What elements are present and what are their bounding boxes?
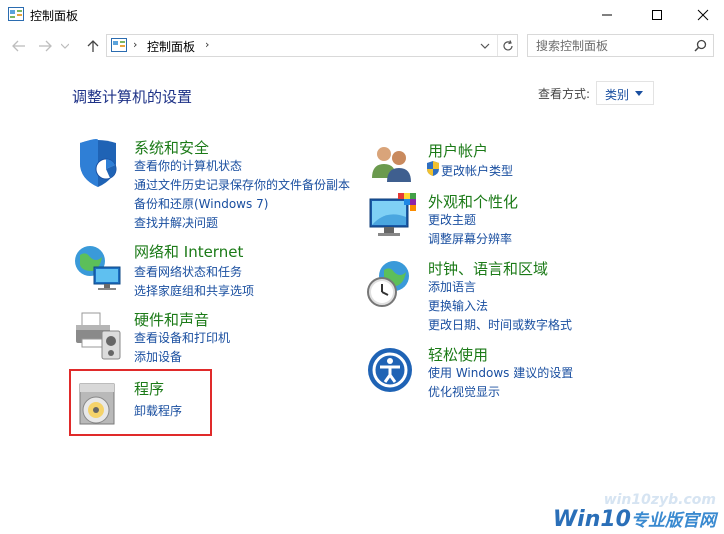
category-title[interactable]: 轻松使用	[428, 344, 488, 365]
address-dropdown-button[interactable]	[477, 38, 493, 54]
control-panel-icon	[8, 7, 24, 21]
title-bar: 控制面板	[0, 0, 724, 30]
link-date-time-format[interactable]: 更改日期、时间或数字格式	[428, 316, 572, 333]
category-title[interactable]: 系统和安全	[134, 137, 209, 158]
highlight-box	[69, 369, 212, 436]
link-recommended-settings[interactable]: 使用 Windows 建议的设置	[428, 364, 573, 381]
search-input[interactable]	[528, 35, 688, 56]
caret-down-icon	[635, 91, 643, 96]
uac-shield-icon	[427, 161, 439, 176]
category-ease-of-access: 轻松使用 使用 Windows 建议的设置 优化视觉显示	[366, 344, 666, 400]
watermark: win10zyb.com Win10专业版官网	[553, 492, 716, 532]
link-change-theme[interactable]: 更改主题	[428, 211, 476, 228]
watermark-brand-sub: 专业版官网	[631, 511, 716, 531]
close-button[interactable]	[680, 0, 724, 30]
forward-button[interactable]	[34, 36, 56, 56]
close-icon	[697, 9, 709, 21]
breadcrumb-separator-icon[interactable]: ›	[133, 38, 137, 51]
maximize-button[interactable]	[634, 0, 680, 30]
link-homegroup-sharing[interactable]: 选择家庭组和共享选项	[134, 282, 254, 299]
category-appearance: 外观和个性化 更改主题 调整屏幕分辨率	[366, 191, 666, 247]
shield-icon	[80, 139, 117, 187]
link-change-input-method[interactable]: 更换输入法	[428, 297, 488, 314]
view-by-label: 查看方式:	[538, 87, 591, 101]
category-user-accounts: 用户帐户 更改帐户类型	[366, 140, 666, 185]
minimize-button[interactable]	[584, 0, 630, 30]
link-add-language[interactable]: 添加语言	[428, 278, 476, 295]
printer-icon	[76, 312, 121, 360]
chevron-down-icon	[61, 43, 69, 49]
view-by-value: 类别	[605, 88, 630, 102]
breadcrumb-control-panel[interactable]: 控制面板	[147, 38, 195, 55]
link-screen-resolution[interactable]: 调整屏幕分辨率	[428, 230, 512, 247]
users-icon	[372, 147, 411, 182]
network-globe-icon	[75, 246, 121, 290]
link-optimize-visual-display[interactable]: 优化视觉显示	[428, 383, 500, 400]
page-title: 调整计算机的设置	[72, 88, 193, 106]
category-title[interactable]: 网络和 Internet	[134, 241, 243, 262]
watermark-brand-name: Win10	[552, 507, 631, 532]
refresh-button[interactable]	[497, 35, 517, 56]
minimize-icon	[602, 14, 612, 16]
category-network: 网络和 Internet 查看网络状态和任务 选择家庭组和共享选项	[72, 241, 372, 299]
arrow-up-icon	[87, 40, 99, 52]
search-box[interactable]	[527, 34, 714, 57]
window-title: 控制面板	[30, 9, 79, 23]
category-system-security: 系统和安全 查看你的计算机状态 通过文件历史记录保存你的文件备份副本 备份和还原…	[72, 137, 372, 232]
ease-of-access-icon	[368, 348, 412, 392]
link-backup-restore[interactable]: 备份和还原(Windows 7)	[134, 195, 268, 212]
address-bar[interactable]: › 控制面板 ›	[106, 34, 518, 57]
chevron-down-icon	[480, 43, 490, 49]
maximize-icon	[652, 10, 662, 20]
link-troubleshoot[interactable]: 查找并解决问题	[134, 214, 218, 231]
search-icon[interactable]	[694, 39, 707, 52]
watermark-brand: Win10专业版官网	[553, 506, 716, 532]
arrow-right-icon	[39, 40, 52, 52]
category-hardware: 硬件和声音 查看设备和打印机 添加设备	[72, 309, 372, 365]
link-network-status[interactable]: 查看网络状态和任务	[134, 263, 242, 280]
link-view-computer-status[interactable]: 查看你的计算机状态	[134, 157, 242, 174]
link-devices-printers[interactable]: 查看设备和打印机	[134, 329, 230, 346]
back-button[interactable]	[8, 36, 30, 56]
link-file-history[interactable]: 通过文件历史记录保存你的文件备份副本	[134, 176, 350, 193]
category-title[interactable]: 硬件和声音	[134, 309, 209, 330]
display-personalization-icon	[369, 193, 416, 236]
clock-globe-icon	[367, 261, 409, 307]
arrow-left-icon	[12, 40, 25, 52]
recent-locations-button[interactable]	[58, 36, 72, 56]
refresh-icon	[502, 39, 513, 50]
category-clock-language-region: 时钟、语言和区域 添加语言 更换输入法 更改日期、时间或数字格式	[366, 258, 666, 333]
view-by-dropdown[interactable]: 类别	[596, 81, 654, 105]
category-title[interactable]: 时钟、语言和区域	[428, 258, 548, 279]
link-change-account-type[interactable]: 更改帐户类型	[441, 162, 513, 179]
up-button[interactable]	[82, 36, 104, 56]
control-panel-icon	[111, 38, 127, 52]
category-title[interactable]: 外观和个性化	[428, 191, 518, 212]
breadcrumb-separator-icon[interactable]: ›	[205, 38, 209, 51]
link-add-device[interactable]: 添加设备	[134, 348, 182, 365]
category-title[interactable]: 用户帐户	[428, 140, 488, 161]
